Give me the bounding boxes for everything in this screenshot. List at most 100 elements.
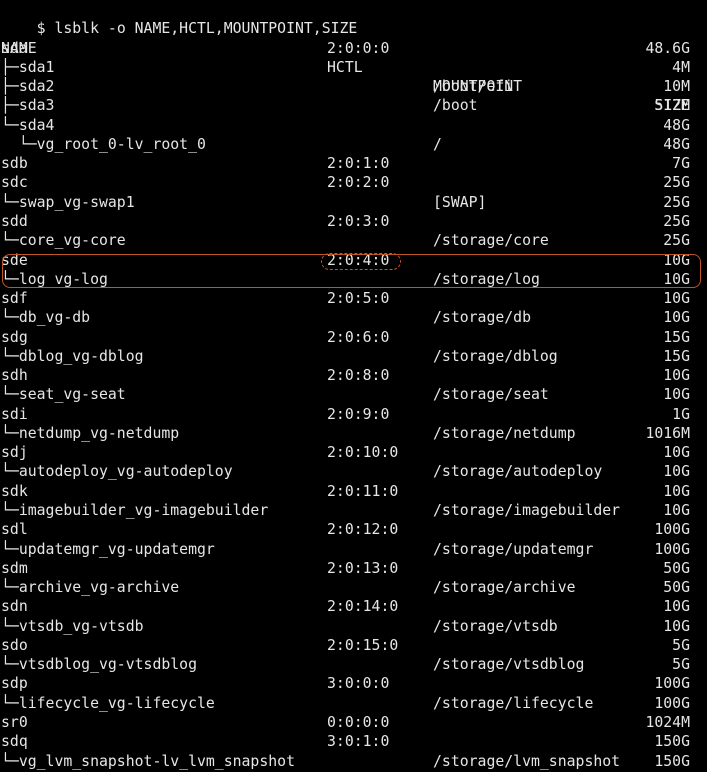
table-row: sdo 2:0:15:0 5G xyxy=(0,636,707,655)
device-size: 10G xyxy=(663,482,690,500)
table-row: └─swap_vg-swap1 [SWAP] 25G xyxy=(0,193,707,212)
device-name: sdk xyxy=(1,482,28,500)
device-name: └─netdump_vg-netdump xyxy=(1,424,180,442)
device-size: 150G xyxy=(654,733,690,751)
device-name: sdi xyxy=(1,405,28,423)
device-size: 100G xyxy=(654,540,690,558)
device-mountpoint: /storage/imagebuilder xyxy=(433,502,621,520)
device-size: 10G xyxy=(663,463,690,481)
table-row: sdk 2:0:11:0 10G xyxy=(0,482,707,501)
device-hctl: 2:0:14:0 xyxy=(327,598,399,616)
device-size: 48G xyxy=(663,116,690,134)
device-hctl: 2:0:2:0 xyxy=(327,174,390,192)
device-size: 10G xyxy=(663,251,690,269)
device-name: └─imagebuilder_vg-imagebuilder xyxy=(1,502,269,520)
device-name: sdc xyxy=(1,174,28,192)
device-mountpoint: /storage/lvm_snapshot xyxy=(433,752,621,770)
table-row: └─imagebuilder_vg-imagebuilder/storage/i… xyxy=(0,501,707,520)
device-size: 5G xyxy=(672,656,690,674)
device-size: 100G xyxy=(654,675,690,693)
device-size: 15G xyxy=(663,347,690,365)
table-row: sdm 2:0:13:0 50G xyxy=(0,559,707,578)
table-row: sr0 0:0:0:0 1024M xyxy=(0,713,707,732)
device-name: sdg xyxy=(1,328,28,346)
device-hctl: 2:0:13:0 xyxy=(327,559,399,577)
device-size: 10G xyxy=(663,290,690,308)
device-name: └─vtsdb_vg-vtsdb xyxy=(1,617,144,635)
device-size: 50G xyxy=(663,559,690,577)
table-row: sdd 2:0:3:0 25G xyxy=(0,212,707,231)
table-row: └─netdump_vg-netdump/storage/netdump 1016… xyxy=(0,424,707,443)
device-size: 10G xyxy=(663,502,690,520)
device-name: └─seat_vg-seat xyxy=(1,386,126,404)
device-size: 10G xyxy=(663,598,690,616)
device-mountpoint: /storage/seat xyxy=(433,386,549,404)
device-name: └─archive_vg-archive xyxy=(1,579,180,597)
table-row: └─vg_lvm_snapshot-lv_lvm_snapshot/storag… xyxy=(0,752,707,771)
device-mountpoint: / xyxy=(433,135,442,153)
device-name: └─updatemgr_vg-updatemgr xyxy=(1,540,215,558)
device-name: └─swap_vg-swap1 xyxy=(1,193,135,211)
device-size: 25G xyxy=(663,212,690,230)
table-row: sdn 2:0:14:0 10G xyxy=(0,597,707,616)
table-row: sdp 3:0:0:0 100G xyxy=(0,674,707,693)
table-row: sdc 2:0:2:0 25G xyxy=(0,173,707,192)
device-size: 10M xyxy=(663,78,690,96)
device-name: sdo xyxy=(1,636,28,654)
table-row: └─vtsdblog_vg-vtsdblog/storage/vtsdblog 5… xyxy=(0,655,707,674)
device-size: 1024M xyxy=(645,713,690,731)
device-name: ├─sda2 xyxy=(1,78,55,96)
device-size: 10G xyxy=(663,386,690,404)
device-size: 10G xyxy=(663,367,690,385)
device-name: sdl xyxy=(1,521,28,539)
device-name: └─db_vg-db xyxy=(1,309,91,327)
device-hctl: 2:0:4:0 xyxy=(327,251,390,269)
device-hctl: 2:0:0:0 xyxy=(327,39,390,57)
device-mountpoint: /storage/netdump xyxy=(433,424,576,442)
device-hctl: 3:0:0:0 xyxy=(327,675,390,693)
table-row: └─archive_vg-archive/storage/archive 50G xyxy=(0,578,707,597)
device-hctl: 3:0:1:0 xyxy=(327,733,390,751)
device-name: sdd xyxy=(1,212,28,230)
table-row: sda 2:0:0:0 48.6G xyxy=(0,39,707,58)
device-size: 1G xyxy=(672,405,690,423)
device-name: sdm xyxy=(1,559,28,577)
device-mountpoint: /storage/db xyxy=(433,309,531,327)
device-hctl: 2:0:8:0 xyxy=(327,367,390,385)
table-row: sdq 3:0:1:0 150G xyxy=(0,732,707,751)
device-name: ├─sda3 xyxy=(1,97,55,115)
device-size: 1016M xyxy=(645,424,690,442)
table-row: └─vg_root_0-lv_root_0 / 48G xyxy=(0,135,707,154)
device-name: sdf xyxy=(1,290,28,308)
device-name: sdp xyxy=(1,675,28,693)
device-size: 100G xyxy=(654,521,690,539)
device-name: └─dblog_vg-dblog xyxy=(1,347,144,365)
device-mountpoint: /storage/autodeploy xyxy=(433,463,603,481)
device-size: 25G xyxy=(663,193,690,211)
device-size: 15G xyxy=(663,328,690,346)
device-mountpoint: /boot/efi xyxy=(433,78,514,96)
device-name: └─vg_lvm_snapshot-lv_lvm_snapshot xyxy=(1,752,295,770)
device-size: 25G xyxy=(663,174,690,192)
device-size: 10G xyxy=(663,444,690,462)
terminal-window[interactable]: $ lsblk -o NAME,HCTL,MOUNTPOINT,SIZE NAM… xyxy=(0,0,707,772)
table-row: ├─sda1 4M xyxy=(0,58,707,77)
device-hctl: 0:0:0:0 xyxy=(327,713,390,731)
table-row: ├─sda2/boot/efi 10M xyxy=(0,77,707,96)
table-row: └─vtsdb_vg-vtsdb/storage/vtsdb 10G xyxy=(0,617,707,636)
device-mountpoint: /storage/updatemgr xyxy=(433,540,594,558)
device-mountpoint: /storage/log xyxy=(433,270,540,288)
table-row: sdf 2:0:5:0 10G xyxy=(0,289,707,308)
table-row: ├─sda3/boot 512M xyxy=(0,96,707,115)
device-name: └─lifecycle_vg-lifecycle xyxy=(1,694,215,712)
device-hctl: 2:0:10:0 xyxy=(327,444,399,462)
table-row: sdh 2:0:8:0 10G xyxy=(0,366,707,385)
device-hctl: 2:0:9:0 xyxy=(327,405,390,423)
device-size: 10G xyxy=(663,309,690,327)
device-name: sdh xyxy=(1,367,28,385)
device-mountpoint: /storage/archive xyxy=(433,579,576,597)
device-size: 25G xyxy=(663,232,690,250)
table-row: └─lifecycle_vg-lifecycle/storage/lifecyc… xyxy=(0,694,707,713)
device-size: 48G xyxy=(663,135,690,153)
device-mountpoint: [SWAP] xyxy=(433,193,487,211)
